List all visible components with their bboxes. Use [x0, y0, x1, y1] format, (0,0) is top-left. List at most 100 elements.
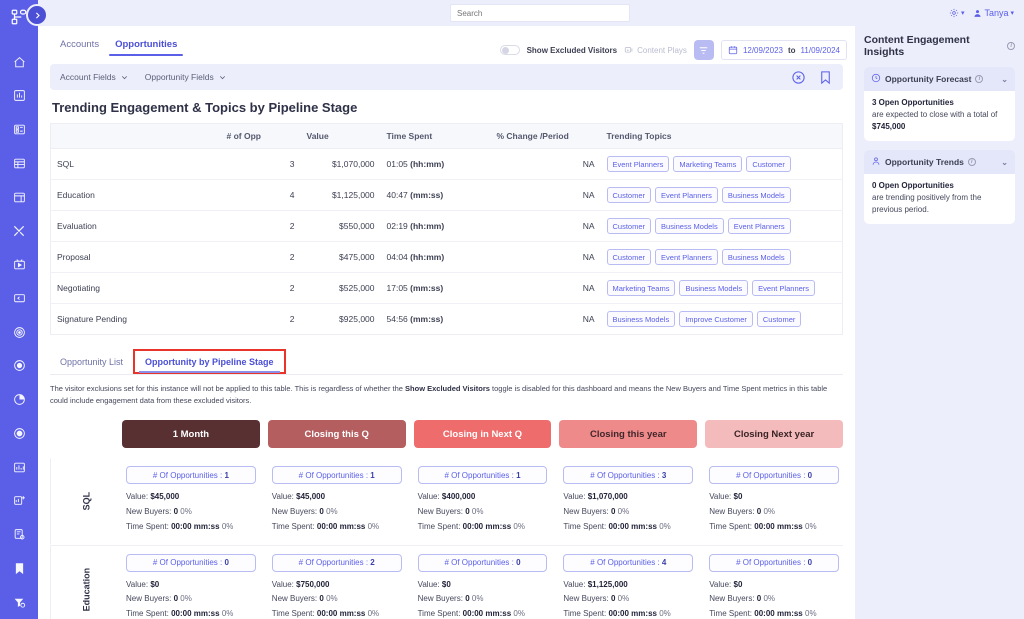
info-icon[interactable]: i: [1007, 42, 1015, 50]
value-label: Value:: [563, 492, 586, 502]
pipeline-cell[interactable]: # Of Opportunities : 0 Value: $0 New Buyer…: [705, 546, 843, 619]
new-buyers-count: 0: [319, 594, 324, 604]
account-fields-dropdown[interactable]: Account Fields: [60, 72, 129, 82]
pipeline-stage-row: SQL # Of Opportunities : 1 Value: $45,000 N…: [50, 458, 843, 546]
filter-button[interactable]: [693, 40, 714, 60]
topic-chip[interactable]: Customer: [746, 156, 791, 172]
tab-opportunities[interactable]: Opportunities: [107, 39, 185, 56]
pipeline-cell[interactable]: # Of Opportunities : 2 Value: $750,000 New…: [268, 546, 406, 619]
opportunity-fields-dropdown[interactable]: Opportunity Fields: [145, 72, 227, 82]
topic-chip[interactable]: Customer: [606, 187, 652, 203]
sidebar-item-analytics[interactable]: [6, 85, 32, 108]
info-icon[interactable]: i: [975, 75, 984, 83]
sidebar-item-add-report[interactable]: [6, 490, 32, 513]
topic-chip[interactable]: Business Models: [655, 218, 724, 234]
sidebar-item-reports[interactable]: [6, 456, 32, 479]
topic-chip[interactable]: Business Models: [679, 280, 749, 296]
opportunities-pill[interactable]: # Of Opportunities : 1: [417, 466, 548, 485]
date-from: 12/09/2023: [742, 45, 783, 55]
new-buyers-pct: 0%: [180, 507, 192, 517]
topic-chip[interactable]: Event Planners: [655, 249, 718, 265]
sidebar-item-messages[interactable]: [6, 287, 32, 310]
table-row[interactable]: Proposal 2 $475,000 04:04 (hh:mm) NA Customer…: [50, 241, 843, 273]
opportunities-count: 0: [516, 558, 521, 568]
cell-pct-change: NA: [582, 314, 595, 324]
tab-accounts[interactable]: Accounts: [52, 39, 107, 56]
pipeline-cell[interactable]: # Of Opportunities : 3 Value: $1,070,000 N…: [559, 458, 697, 544]
pipeline-cell[interactable]: # Of Opportunities : 0 Value: $0 New Buyer…: [414, 546, 552, 619]
metric-value: Value: $1,070,000: [563, 490, 693, 505]
pipeline-cell[interactable]: # Of Opportunities : 0 Value: $0 New Buyer…: [705, 458, 843, 544]
opportunities-pill[interactable]: # Of Opportunities : 4: [563, 553, 694, 572]
sidebar-collapse-button[interactable]: [26, 4, 48, 26]
time-spent-unit: mm:ss: [193, 609, 220, 619]
table-row[interactable]: Education 4 $1,125,000 40:47 (mm:ss) NA Custo…: [50, 179, 843, 211]
save-bookmark-button[interactable]: [818, 70, 833, 85]
user-menu[interactable]: Tanya ▾: [973, 8, 1014, 18]
topic-chip[interactable]: Event Planners: [727, 218, 791, 234]
table-row[interactable]: SQL 3 $1,070,000 01:05 (hh:mm) NA Event Plann…: [50, 148, 843, 180]
opportunities-pill[interactable]: # Of Opportunities : 0: [417, 553, 548, 572]
sidebar-item-bookmarks[interactable]: [6, 557, 32, 580]
sidebar-item-filters[interactable]: [6, 591, 32, 614]
topic-chip[interactable]: Event Planners: [606, 156, 670, 172]
pipeline-cell[interactable]: # Of Opportunities : 1 Value: $45,000 New …: [122, 458, 260, 544]
opportunities-pill[interactable]: # Of Opportunities : 1: [271, 466, 402, 485]
table-row[interactable]: Evaluation 2 $550,000 02:19 (hh:mm) NA Custom…: [50, 210, 843, 242]
sidebar-item-tools[interactable]: [6, 220, 32, 243]
opportunities-pill[interactable]: # Of Opportunities : 3: [563, 466, 694, 485]
table-row[interactable]: Signature Pending 2 $925,000 54:56 (mm:ss) N…: [51, 304, 843, 335]
date-range-picker[interactable]: 12/09/2023 to 11/09/2024: [720, 40, 847, 60]
sidebar-item-content[interactable]: [6, 118, 32, 141]
chevron-down-icon[interactable]: ⌄: [1001, 75, 1008, 84]
pipeline-cell[interactable]: # Of Opportunities : 0 Value: $0 New Buyer…: [122, 546, 260, 619]
topic-chip[interactable]: Event Planners: [655, 187, 718, 203]
content-plays-button[interactable]: Content Plays: [624, 45, 687, 55]
show-excluded-visitors-toggle[interactable]: [499, 45, 520, 55]
table-row[interactable]: Negotiating 2 $525,000 17:05 (mm:ss) NA Marke…: [50, 272, 843, 304]
sidebar-item-targets[interactable]: [6, 321, 32, 344]
insight-card-header[interactable]: Opportunity Trends i ⌄: [864, 150, 1015, 175]
account-fields-label: Account Fields: [60, 72, 116, 82]
exclusion-notice: The visitor exclusions set for this inst…: [50, 383, 840, 406]
sidebar-item-search-doc[interactable]: [6, 523, 32, 546]
tab-opportunity-by-pipeline-stage[interactable]: Opportunity by Pipeline Stage: [133, 349, 286, 374]
tab-opportunity-list[interactable]: Opportunity List: [50, 349, 133, 374]
topic-chip[interactable]: Marketing Teams: [673, 156, 743, 172]
clear-filters-button[interactable]: [791, 70, 806, 85]
topic-chip[interactable]: Business Models: [606, 311, 676, 327]
sidebar-item-pie-report[interactable]: [6, 388, 32, 411]
sidebar-item-media[interactable]: [6, 253, 32, 276]
search-input[interactable]: [450, 4, 630, 22]
topic-chip[interactable]: Business Models: [721, 187, 791, 203]
topic-chip[interactable]: Business Models: [721, 249, 791, 265]
chevron-down-icon[interactable]: ⌄: [1001, 158, 1008, 167]
topic-chip[interactable]: Customer: [606, 218, 652, 234]
sidebar-item-table[interactable]: [6, 152, 32, 175]
insight-card-header[interactable]: Opportunity Forecast i ⌄: [864, 67, 1015, 91]
opportunities-pill[interactable]: # Of Opportunities : 1: [126, 466, 256, 485]
sidebar-item-pages[interactable]: [6, 186, 32, 209]
sidebar-item-account[interactable]: [6, 355, 32, 378]
pipeline-cell[interactable]: # Of Opportunities : 4 Value: $1,125,000 N…: [559, 546, 697, 619]
time-spent-value: 00:00: [316, 521, 338, 531]
opportunities-pill[interactable]: # Of Opportunities : 0: [126, 553, 256, 572]
topic-chip[interactable]: Customer: [756, 311, 802, 327]
opportunities-pill[interactable]: # Of Opportunities : 0: [709, 553, 839, 572]
time-spent-label: Time Spent:: [709, 609, 753, 619]
pipeline-cell[interactable]: # Of Opportunities : 1 Value: $45,000 New …: [268, 458, 406, 544]
topic-chip[interactable]: Customer: [606, 249, 652, 265]
time-spent-unit: mm:ss: [339, 521, 366, 531]
opportunities-pill[interactable]: # Of Opportunities : 2: [271, 553, 402, 572]
info-icon[interactable]: i: [967, 158, 976, 167]
topic-chip[interactable]: Marketing Teams: [606, 280, 676, 296]
topic-chip[interactable]: Improve Customer: [679, 311, 753, 327]
sidebar-item-radar[interactable]: [6, 422, 32, 445]
opportunities-pill[interactable]: # Of Opportunities : 0: [709, 466, 839, 485]
topic-chip[interactable]: Event Planners: [752, 280, 816, 296]
settings-menu[interactable]: ▾: [949, 8, 964, 18]
sidebar-item-home[interactable]: [6, 51, 32, 74]
pipeline-cell[interactable]: # Of Opportunities : 1 Value: $400,000 New…: [414, 458, 552, 544]
opportunity-fields-label: Opportunity Fields: [144, 72, 214, 82]
cell-topics: Event Planners Marketing Teams Customer: [600, 148, 843, 180]
